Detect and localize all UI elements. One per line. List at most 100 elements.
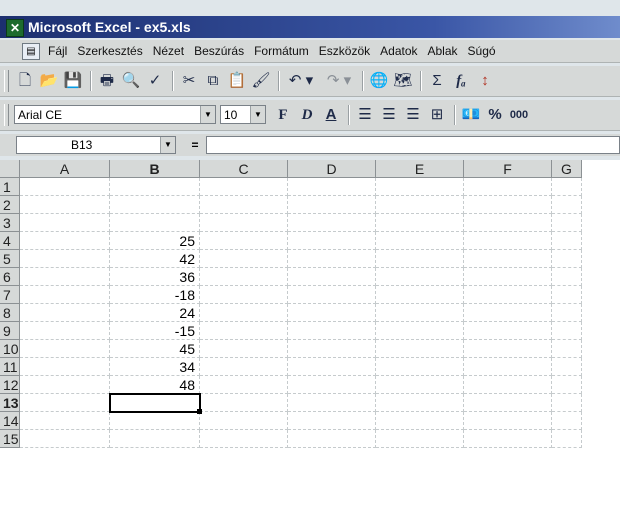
cell-E14[interactable] xyxy=(376,412,464,430)
cell-C3[interactable] xyxy=(200,214,288,232)
cell-F5[interactable] xyxy=(464,250,552,268)
cell-C5[interactable] xyxy=(200,250,288,268)
cell-C10[interactable] xyxy=(200,340,288,358)
cell-E3[interactable] xyxy=(376,214,464,232)
cell-B7[interactable]: -18 xyxy=(110,286,200,304)
menu-item[interactable]: Fájl xyxy=(48,40,67,62)
cell-G5[interactable] xyxy=(552,250,582,268)
cell-C14[interactable] xyxy=(200,412,288,430)
row-header[interactable]: 14 xyxy=(0,412,20,430)
paste-icon[interactable]: 📋 xyxy=(226,70,248,92)
formula-input[interactable] xyxy=(206,136,620,154)
column-header[interactable]: C xyxy=(200,160,288,178)
cell-B3[interactable] xyxy=(110,214,200,232)
cell-A2[interactable] xyxy=(20,196,110,214)
cell-G7[interactable] xyxy=(552,286,582,304)
cell-D8[interactable] xyxy=(288,304,376,322)
cell-D13[interactable] xyxy=(288,394,376,412)
cell-F11[interactable] xyxy=(464,358,552,376)
bold-button[interactable]: F xyxy=(272,104,294,126)
cell-E6[interactable] xyxy=(376,268,464,286)
cell-D5[interactable] xyxy=(288,250,376,268)
print-icon[interactable]: 🖶 xyxy=(96,70,118,92)
cell-B5[interactable]: 42 xyxy=(110,250,200,268)
column-header[interactable]: E xyxy=(376,160,464,178)
undo-icon[interactable]: ↶ ▾ xyxy=(284,70,318,92)
cell-G1[interactable] xyxy=(552,178,582,196)
cell-D6[interactable] xyxy=(288,268,376,286)
cell-A7[interactable] xyxy=(20,286,110,304)
fill-handle[interactable] xyxy=(197,409,202,414)
column-header[interactable]: D xyxy=(288,160,376,178)
row-header[interactable]: 3 xyxy=(0,214,20,232)
cell-F10[interactable] xyxy=(464,340,552,358)
cell-F15[interactable] xyxy=(464,430,552,448)
chevron-down-icon[interactable]: ▼ xyxy=(160,137,175,153)
cell-G3[interactable] xyxy=(552,214,582,232)
cell-D11[interactable] xyxy=(288,358,376,376)
function-icon[interactable]: fₐ xyxy=(450,70,472,92)
cell-A11[interactable] xyxy=(20,358,110,376)
cell-C6[interactable] xyxy=(200,268,288,286)
format-painter-icon[interactable]: 🖌 xyxy=(250,70,272,92)
cell-C2[interactable] xyxy=(200,196,288,214)
cell-G12[interactable] xyxy=(552,376,582,394)
autosum-icon[interactable]: Σ xyxy=(426,70,448,92)
cell-E10[interactable] xyxy=(376,340,464,358)
cell-E5[interactable] xyxy=(376,250,464,268)
cell-B15[interactable] xyxy=(110,430,200,448)
align-center-icon[interactable]: ☰ xyxy=(378,104,400,126)
cell-F3[interactable] xyxy=(464,214,552,232)
cell-A13[interactable] xyxy=(20,394,110,412)
cell-F1[interactable] xyxy=(464,178,552,196)
cell-F7[interactable] xyxy=(464,286,552,304)
currency-icon[interactable]: 💶 xyxy=(460,104,482,126)
redo-icon[interactable]: ↷ ▾ xyxy=(322,70,356,92)
cell-E1[interactable] xyxy=(376,178,464,196)
cell-F12[interactable] xyxy=(464,376,552,394)
row-header[interactable]: 6 xyxy=(0,268,20,286)
cell-C7[interactable] xyxy=(200,286,288,304)
cell-A3[interactable] xyxy=(20,214,110,232)
toolbar-grip[interactable] xyxy=(4,70,9,92)
row-header[interactable]: 4 xyxy=(0,232,20,250)
row-header[interactable]: 7 xyxy=(0,286,20,304)
cell-F6[interactable] xyxy=(464,268,552,286)
cell-D3[interactable] xyxy=(288,214,376,232)
cell-C8[interactable] xyxy=(200,304,288,322)
cell-F13[interactable] xyxy=(464,394,552,412)
cell-B1[interactable] xyxy=(110,178,200,196)
menu-item[interactable]: Formátum xyxy=(254,40,309,62)
cell-G4[interactable] xyxy=(552,232,582,250)
cell-B8[interactable]: 24 xyxy=(110,304,200,322)
align-right-icon[interactable]: ☰ xyxy=(402,104,424,126)
cell-E15[interactable] xyxy=(376,430,464,448)
cell-A6[interactable] xyxy=(20,268,110,286)
cell-D7[interactable] xyxy=(288,286,376,304)
cut-icon[interactable]: ✂ xyxy=(178,70,200,92)
italic-button[interactable]: D xyxy=(296,104,318,126)
web-toolbar-icon[interactable]: 🗺 xyxy=(392,70,414,92)
save-icon[interactable]: 💾 xyxy=(62,70,84,92)
column-header[interactable]: B xyxy=(110,160,200,178)
cell-G13[interactable] xyxy=(552,394,582,412)
row-header[interactable]: 8 xyxy=(0,304,20,322)
document-control-icon[interactable]: ▤ xyxy=(22,43,40,60)
cell-F9[interactable] xyxy=(464,322,552,340)
cell-B6[interactable]: 36 xyxy=(110,268,200,286)
cell-G2[interactable] xyxy=(552,196,582,214)
hyperlink-icon[interactable]: 🌐 xyxy=(368,70,390,92)
cell-A8[interactable] xyxy=(20,304,110,322)
row-header[interactable]: 1 xyxy=(0,178,20,196)
cell-B4[interactable]: 25 xyxy=(110,232,200,250)
row-header[interactable]: 9 xyxy=(0,322,20,340)
spelling-icon[interactable]: ✓ xyxy=(144,70,166,92)
row-header[interactable]: 13 xyxy=(0,394,20,412)
font-size-select[interactable]: 10 ▼ xyxy=(220,105,266,124)
column-header[interactable]: F xyxy=(464,160,552,178)
select-all-corner[interactable] xyxy=(0,160,20,178)
new-icon[interactable]: 🗋 xyxy=(14,70,36,92)
align-left-icon[interactable]: ☰ xyxy=(354,104,376,126)
cell-F2[interactable] xyxy=(464,196,552,214)
cell-E12[interactable] xyxy=(376,376,464,394)
